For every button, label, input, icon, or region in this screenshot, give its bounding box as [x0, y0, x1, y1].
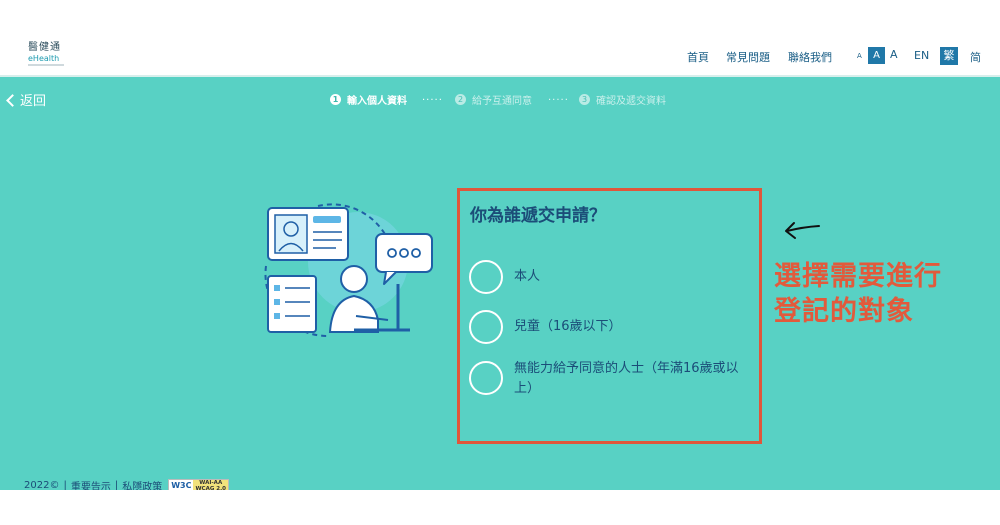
step-separator: .....: [422, 92, 443, 103]
form-question: 你為誰遞交申請？: [470, 206, 606, 226]
step-number: 2: [455, 94, 466, 105]
nav-contact-link[interactable]: 聯絡我們: [788, 49, 832, 65]
step-1: 1 輸入個人資料: [330, 92, 407, 107]
annotation-text: 選擇需要進行 登記的對象: [774, 259, 942, 329]
nav-faq-link[interactable]: 常見問題: [726, 49, 770, 65]
option-incapable-person[interactable]: 無能力給予同意的人士（年滿16歲或以上）: [469, 361, 744, 399]
font-size-large-button[interactable]: A: [890, 48, 898, 61]
language-english-button[interactable]: EN: [914, 49, 929, 62]
step-number: 1: [330, 94, 341, 105]
logo-underline: [28, 64, 64, 66]
step-label: 確認及遞交資料: [596, 96, 666, 107]
bottom-bar: [0, 490, 1000, 525]
step-label: 輸入個人資料: [347, 96, 407, 107]
annotation-line-2: 登記的對象: [774, 296, 914, 327]
back-button[interactable]: 返回: [6, 90, 47, 109]
top-bar: 醫健通 eHealth 首頁 常見問題 聯絡我們 A A A EN 繁 简: [0, 0, 1000, 77]
nav-home-link[interactable]: 首頁: [687, 49, 709, 65]
option-self[interactable]: 本人: [469, 260, 540, 294]
step-3: 3 確認及遞交資料: [579, 92, 666, 107]
option-label: 本人: [514, 269, 541, 284]
arrow-left-icon: [785, 222, 820, 239]
radio-button[interactable]: [469, 310, 503, 344]
annotation-line-1: 選擇需要進行: [774, 261, 942, 292]
logo-chinese: 醫健通: [28, 42, 61, 53]
step-label: 給予互通同意: [472, 96, 532, 107]
step-2: 2 給予互通同意: [455, 92, 532, 107]
font-size-medium-button[interactable]: A: [868, 47, 885, 64]
radio-button[interactable]: [469, 361, 503, 395]
language-traditional-chinese-button[interactable]: 繁: [940, 47, 958, 65]
user-profile-illustration: [264, 203, 433, 338]
chevron-left-icon: [6, 94, 19, 107]
option-label: 兒童（16歲以下）: [514, 319, 622, 334]
option-child[interactable]: 兒童（16歲以下）: [469, 310, 622, 344]
step-separator: .....: [548, 92, 569, 103]
option-label: 無能力給予同意的人士（年滿16歲或以上）: [514, 361, 739, 396]
step-number: 3: [579, 94, 590, 105]
ehealth-logo[interactable]: 醫健通 eHealth: [28, 42, 68, 66]
radio-button[interactable]: [469, 260, 503, 294]
language-simplified-chinese-button[interactable]: 简: [970, 49, 981, 65]
back-label: 返回: [20, 94, 47, 109]
logo-english: eHealth: [28, 54, 60, 63]
font-size-small-button[interactable]: A: [857, 52, 862, 60]
